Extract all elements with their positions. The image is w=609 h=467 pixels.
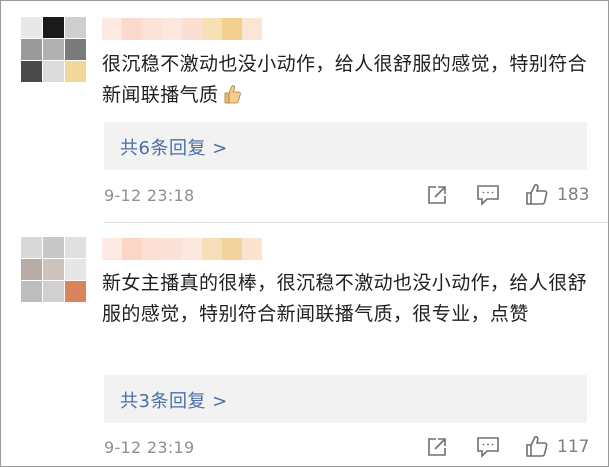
avatar-mosaic-tile: [21, 39, 42, 60]
thumbs-up-icon: [526, 184, 548, 205]
username-mosaic-tile: [222, 238, 242, 260]
username-mosaic-tile: [142, 238, 162, 260]
comment-timestamp: 9-12 23:18: [104, 186, 195, 205]
share-icon[interactable]: [426, 436, 448, 458]
username-mosaic-tile: [202, 18, 222, 40]
username-mosaic[interactable]: [102, 18, 262, 40]
comment-text: 新女主播真的很棒，很沉稳不激动也没小动作，给人很舒服的感觉，特别符合新闻联播气质…: [102, 268, 592, 330]
username-mosaic-tile: [222, 18, 242, 40]
comment-timestamp: 9-12 23:19: [104, 438, 195, 457]
avatar-mosaic-tile: [65, 259, 86, 280]
username-mosaic-tile: [202, 238, 222, 260]
avatar-mosaic-tile: [43, 281, 64, 302]
comment-item: 新女主播真的很棒，很沉稳不激动也没小动作，给人很舒服的感觉，特别符合新闻联播气质…: [1, 223, 608, 466]
view-replies-button[interactable]: 共3条回复 >: [104, 375, 587, 423]
username-mosaic-tile: [122, 18, 142, 40]
avatar-mosaic-tile: [65, 281, 86, 302]
username-mosaic-tile: [182, 238, 202, 260]
share-icon[interactable]: [426, 184, 448, 206]
avatar-mosaic-tile: [21, 17, 42, 38]
avatar[interactable]: [21, 237, 86, 302]
username-mosaic-tile: [162, 18, 182, 40]
avatar-mosaic-tile: [21, 61, 42, 82]
comment-body: 很沉稳不激动也没小动作，给人很舒服的感觉，特别符合新闻联播气质: [102, 53, 588, 106]
avatar-mosaic-tile: [65, 237, 86, 258]
username-mosaic-tile: [102, 18, 122, 40]
avatar-mosaic-tile: [65, 39, 86, 60]
view-replies-button[interactable]: 共6条回复 >: [104, 122, 587, 170]
avatar[interactable]: [21, 17, 86, 82]
username-mosaic-tile: [122, 238, 142, 260]
like-button[interactable]: [525, 182, 549, 206]
thumbs-up-icon: [526, 436, 548, 457]
avatar-mosaic-tile: [43, 17, 64, 38]
username-mosaic-tile: [102, 238, 122, 260]
avatar-mosaic-tile: [43, 259, 64, 280]
comment-icon[interactable]: [476, 184, 500, 206]
avatar-mosaic-tile: [43, 61, 64, 82]
avatar-mosaic-tile: [21, 237, 42, 258]
avatar-mosaic-tile: [21, 259, 42, 280]
avatar-mosaic-tile: [65, 61, 86, 82]
username-mosaic-tile: [142, 18, 162, 40]
like-count: 183: [557, 185, 590, 205]
comment-icon[interactable]: [476, 436, 500, 458]
thumbs-up-emoji-icon: [222, 83, 242, 105]
comment-text: 很沉稳不激动也没小动作，给人很舒服的感觉，特别符合新闻联播气质: [102, 49, 592, 111]
avatar-mosaic-tile: [43, 237, 64, 258]
replies-label: 共3条回复 >: [120, 391, 228, 412]
username-mosaic-tile: [242, 238, 262, 260]
like-button[interactable]: [525, 434, 549, 458]
comment-item: 很沉稳不激动也没小动作，给人很舒服的感觉，特别符合新闻联播气质 共6条回复 > …: [1, 1, 608, 223]
comment-body: 新女主播真的很棒，很沉稳不激动也没小动作，给人很舒服的感觉，特别符合新闻联播气质…: [102, 272, 588, 325]
avatar-mosaic-tile: [65, 17, 86, 38]
username-mosaic[interactable]: [102, 238, 262, 260]
like-count: 117: [557, 437, 590, 457]
avatar-mosaic-tile: [21, 281, 42, 302]
username-mosaic-tile: [182, 18, 202, 40]
username-mosaic-tile: [242, 18, 262, 40]
username-mosaic-tile: [162, 238, 182, 260]
comment-feed: 很沉稳不激动也没小动作，给人很舒服的感觉，特别符合新闻联播气质 共6条回复 > …: [0, 0, 609, 467]
replies-label: 共6条回复 >: [120, 138, 228, 159]
avatar-mosaic-tile: [43, 39, 64, 60]
